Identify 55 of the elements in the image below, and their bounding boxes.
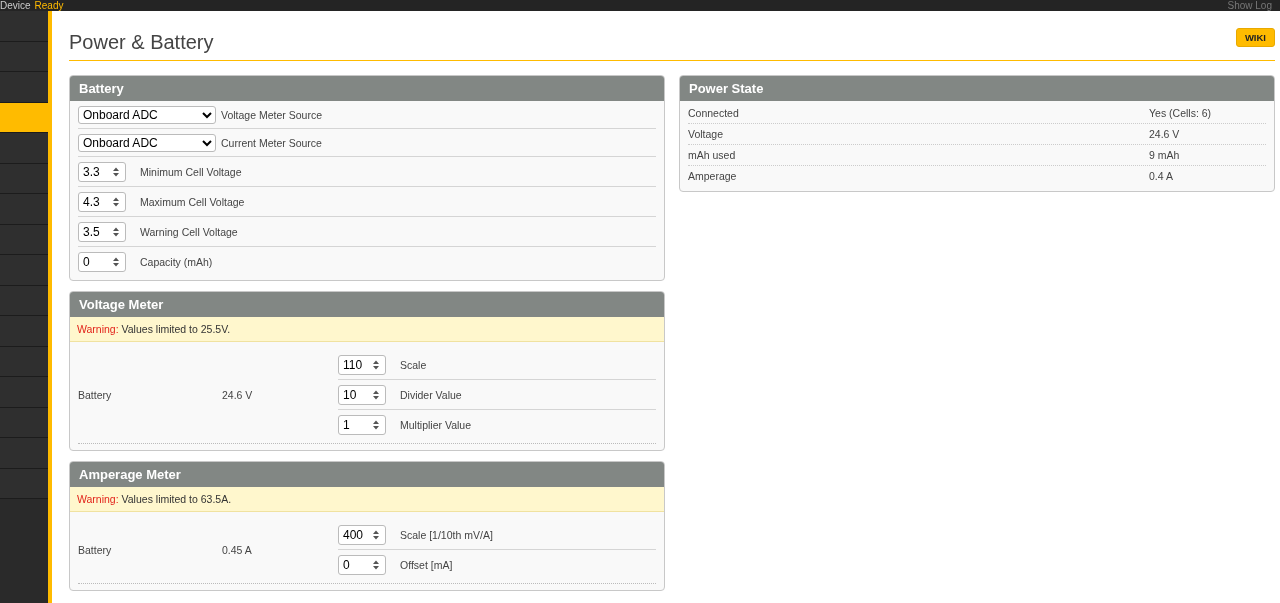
- number-field[interactable]: 3.3: [78, 161, 126, 182]
- meter-reading: 24.6 V: [222, 388, 254, 401]
- state-label: mAh used: [688, 149, 737, 161]
- spinner-arrows-icon[interactable]: [112, 165, 120, 178]
- state-value: 24.6 V: [1149, 128, 1181, 140]
- field-label: Divider Value: [400, 388, 462, 401]
- state-label: Voltage: [688, 128, 725, 140]
- field-label: Capacity (mAh): [140, 255, 213, 268]
- number-field[interactable]: 0: [338, 554, 386, 575]
- field-label: Warning Cell Voltage: [140, 225, 238, 238]
- field-label: Current Meter Source: [221, 136, 322, 149]
- source-dropdown[interactable]: Onboard ADC: [78, 133, 216, 152]
- spinner-arrows-icon[interactable]: [372, 358, 380, 371]
- warning-message: Warning: Values limited to 63.5A.: [70, 487, 664, 512]
- number-field[interactable]: 4.3: [78, 191, 126, 212]
- state-label: Connected: [688, 107, 740, 119]
- panel-title: Voltage Meter: [70, 292, 664, 317]
- field-label: Multiplier Value: [400, 418, 471, 431]
- number-field[interactable]: 110: [338, 354, 386, 375]
- meter-source: Battery: [78, 543, 113, 556]
- field-label: Minimum Cell Voltage: [140, 165, 242, 178]
- state-label: Amperage: [688, 170, 738, 182]
- spinner-arrows-icon[interactable]: [112, 255, 120, 268]
- number-field[interactable]: 1: [338, 414, 386, 435]
- state-value: Yes (Cells: 6): [1149, 107, 1213, 119]
- number-field[interactable]: 10: [338, 384, 386, 405]
- number-field[interactable]: 3.5: [78, 221, 126, 242]
- wiki-button[interactable]: WIKI: [1235, 28, 1275, 47]
- spinner-arrows-icon[interactable]: [372, 528, 380, 541]
- meter-reading: 0.45 A: [222, 543, 253, 556]
- panel-title: Battery: [70, 76, 664, 101]
- source-dropdown[interactable]: Onboard ADC: [78, 105, 216, 124]
- panel-title: Amperage Meter: [70, 462, 664, 487]
- connection-status: Ready: [34, 1, 64, 11]
- number-field[interactable]: 0: [78, 251, 126, 272]
- spinner-arrows-icon[interactable]: [112, 195, 120, 208]
- sidebar-item[interactable]: [0, 102, 48, 133]
- state-value: 0.4 A: [1149, 170, 1174, 182]
- spinner-arrows-icon[interactable]: [372, 558, 380, 571]
- state-value: 9 mAh: [1149, 149, 1181, 161]
- panel-title: Power State: [680, 76, 1274, 101]
- spinner-arrows-icon[interactable]: [112, 225, 120, 238]
- device-label: Device: [0, 1, 31, 11]
- page-title: Power & Battery: [69, 30, 214, 54]
- field-label: Offset [mA]: [400, 558, 453, 571]
- number-field[interactable]: 400: [338, 524, 386, 545]
- field-label: Voltage Meter Source: [221, 108, 322, 121]
- field-label: Maximum Cell Voltage: [140, 195, 245, 208]
- field-label: Scale: [400, 358, 427, 371]
- show-log-link[interactable]: Show Log: [1227, 1, 1272, 11]
- meter-source: Battery: [78, 388, 113, 401]
- field-label: Scale [1/10th mV/A]: [400, 528, 493, 541]
- warning-message: Warning: Values limited to 25.5V.: [70, 317, 664, 342]
- spinner-arrows-icon[interactable]: [372, 418, 380, 431]
- spinner-arrows-icon[interactable]: [372, 388, 380, 401]
